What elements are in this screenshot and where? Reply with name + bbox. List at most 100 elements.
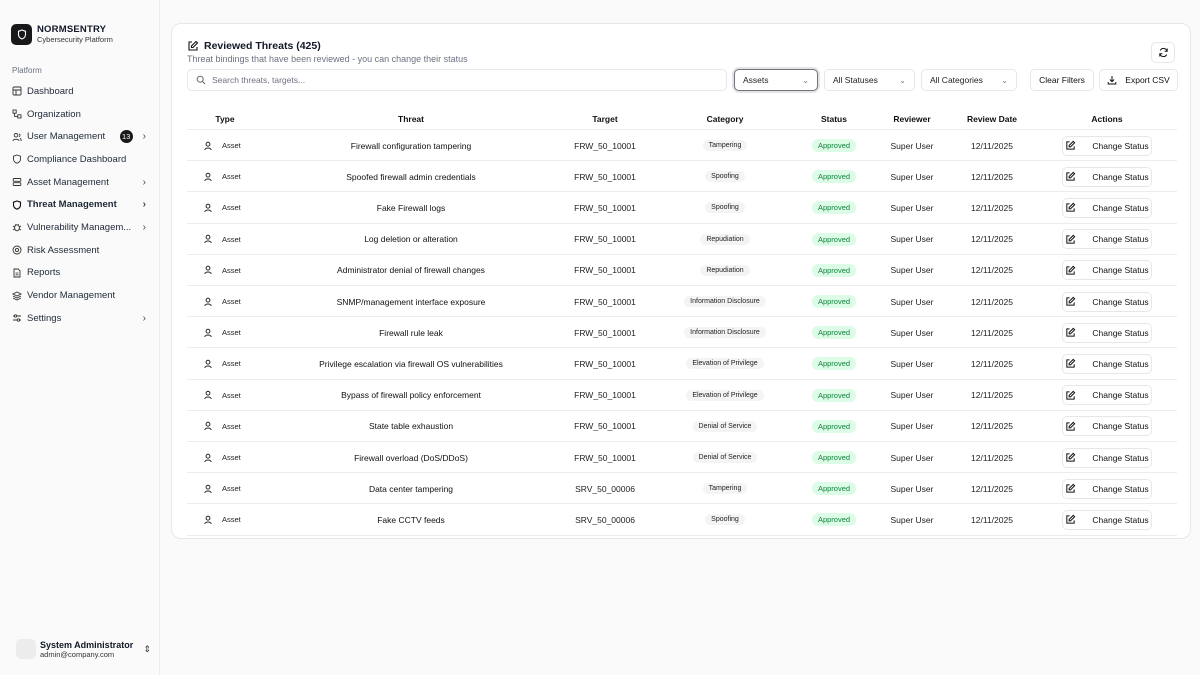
status-cell: Approved xyxy=(803,130,865,161)
category-badge: Repudiation xyxy=(700,264,750,276)
change-status-button[interactable]: Change Status xyxy=(1062,353,1152,374)
threat-cell: Data center tampering xyxy=(368,483,454,494)
review-date-cell: 12/11/2025 xyxy=(971,421,1013,432)
change-status-button[interactable]: Change Status xyxy=(1062,260,1152,281)
table-row: Asset State table exhaustion FRW_50_10001 D… xyxy=(187,411,1177,442)
reviewer-cell: Super User xyxy=(890,421,934,432)
change-status-label: Change Status xyxy=(1092,202,1149,213)
sidebar-item-vendor-management[interactable]: Vendor Management xyxy=(0,284,160,307)
change-status-label: Change Status xyxy=(1092,265,1149,276)
reviewer-cell: Super User xyxy=(890,202,934,213)
type-label: Asset xyxy=(222,234,241,244)
reviewer-cell: Super User xyxy=(890,140,934,151)
change-status-button[interactable]: Change Status xyxy=(1062,385,1152,406)
change-status-button[interactable]: Change Status xyxy=(1062,509,1152,530)
status-badge: Approved xyxy=(811,451,857,464)
change-status-button[interactable]: Change Status xyxy=(1062,416,1152,437)
sidebar-item-label: User Management xyxy=(27,131,106,143)
status-badge: Approved xyxy=(811,201,857,215)
change-status-button[interactable]: Change Status xyxy=(1062,447,1152,468)
edit-icon xyxy=(1065,514,1084,525)
user-name: System Administrator xyxy=(40,639,134,650)
sidebar-item-label: Settings xyxy=(27,312,62,324)
change-status-button[interactable]: Change Status xyxy=(1062,322,1152,343)
status-cell: Approved xyxy=(803,255,865,286)
sidebar-item-user-management[interactable]: User Management 13 › xyxy=(0,125,160,148)
brand[interactable]: NORMSENTRY Cybersecurity Platform xyxy=(11,24,113,45)
status-filter-select[interactable]: All Statuses ⌄ xyxy=(824,69,915,91)
category-cell: Repudiation xyxy=(665,255,785,286)
sidebar-item-reports[interactable]: Reports xyxy=(0,262,160,285)
type-cell: Asset xyxy=(203,161,263,192)
target-cell: SRV_50_00006 xyxy=(575,483,635,494)
change-status-label: Change Status xyxy=(1092,514,1149,525)
target-cell: FRW_50_10001 xyxy=(574,202,636,213)
change-status-button[interactable]: Change Status xyxy=(1062,197,1152,218)
category-filter-select[interactable]: All Categories ⌄ xyxy=(921,69,1017,91)
category-badge: Information Disclosure xyxy=(684,296,766,307)
sidebar-item-compliance-dashboard[interactable]: Compliance Dashboard xyxy=(0,148,160,171)
table-row: Asset Administrator denial of firewall ch… xyxy=(187,255,1177,286)
edit-icon xyxy=(1065,140,1084,151)
type-filter-select[interactable]: Assets ⌄ xyxy=(734,69,818,91)
export-csv-button[interactable]: Export CSV xyxy=(1099,69,1178,91)
category-badge: Spoofing xyxy=(705,202,745,214)
actions-cell: Change Status xyxy=(1061,411,1153,442)
search-field[interactable] xyxy=(187,69,727,91)
sidebar-item-vulnerability-managem[interactable]: Vulnerability Managem... › xyxy=(0,216,160,239)
search-input[interactable] xyxy=(212,75,692,85)
target-cell: FRW_50_10001 xyxy=(574,421,636,432)
type-cell: Asset xyxy=(203,348,263,379)
type-label: Asset xyxy=(222,484,241,494)
sliders-icon xyxy=(12,313,22,323)
refresh-button[interactable] xyxy=(1151,42,1175,63)
sidebar-item-asset-management[interactable]: Asset Management › xyxy=(0,171,160,194)
actions-cell: Change Status xyxy=(1061,504,1153,535)
app-subtitle: Cybersecurity Platform xyxy=(37,35,113,44)
change-status-label: Change Status xyxy=(1092,327,1149,338)
change-status-button[interactable]: Change Status xyxy=(1062,135,1152,156)
table-row: Asset Spoofed firewall admin credentials F… xyxy=(187,161,1177,193)
table-row: Asset Log deletion or alteration FRW_50_10… xyxy=(187,224,1177,255)
change-status-button[interactable]: Change Status xyxy=(1062,478,1152,499)
chevron-right-icon: › xyxy=(142,221,146,233)
change-status-button[interactable]: Change Status xyxy=(1062,229,1152,250)
app-name: NORMSENTRY xyxy=(37,24,107,35)
chevron-down-icon: ⌄ xyxy=(802,75,809,85)
reviewed-threats-card: Reviewed Threats (425) Threat bindings t… xyxy=(171,23,1191,539)
chevron-right-icon: › xyxy=(142,131,146,143)
change-status-button[interactable]: Change Status xyxy=(1062,291,1152,312)
sidebar-item-dashboard[interactable]: Dashboard xyxy=(0,80,160,103)
threat-cell: Administrator denial of firewall changes xyxy=(337,265,485,276)
table-row: Asset Firewall configuration tampering FRW… xyxy=(187,130,1177,162)
sidebar-item-settings[interactable]: Settings › xyxy=(0,307,160,330)
actions-cell: Change Status xyxy=(1061,317,1153,348)
change-status-button[interactable]: Change Status xyxy=(1062,166,1152,187)
sidebar-item-threat-management[interactable]: Threat Management › xyxy=(0,193,160,216)
sidebar-item-organization[interactable]: Organization xyxy=(0,103,160,126)
category-cell: Elevation of Privilege xyxy=(665,348,785,379)
reviewer-cell: Super User xyxy=(890,514,934,525)
card-title-row: Reviewed Threats (425) xyxy=(187,40,321,52)
review-date-cell: 12/11/2025 xyxy=(971,202,1013,213)
sidebar-item-risk-assessment[interactable]: Risk Assessment xyxy=(0,239,160,262)
threat-cell: State table exhaustion xyxy=(368,421,454,432)
category-badge: Spoofing xyxy=(705,514,745,526)
user-menu[interactable]: System Administrator admin@company.com ⇕ xyxy=(16,639,151,659)
clear-filters-button[interactable]: Clear Filters xyxy=(1030,69,1094,91)
user-icon xyxy=(203,265,213,275)
users-icon xyxy=(12,132,22,142)
edit-icon xyxy=(1065,421,1084,432)
sidebar-item-label: Organization xyxy=(27,108,81,120)
header-actions: Actions xyxy=(1091,114,1123,124)
category-cell: Denial of Service xyxy=(665,411,785,442)
status-cell: Approved xyxy=(803,317,865,348)
category-badge: Denial of Service xyxy=(692,452,758,463)
type-cell: Asset xyxy=(203,286,263,317)
category-badge: Repudiation xyxy=(700,233,750,245)
notification-badge: 13 xyxy=(119,130,133,144)
target-cell: FRW_50_10001 xyxy=(574,358,636,369)
change-status-label: Change Status xyxy=(1092,421,1149,432)
sidebar-section-label: Platform xyxy=(12,66,42,75)
status-badge: Approved xyxy=(811,295,857,308)
